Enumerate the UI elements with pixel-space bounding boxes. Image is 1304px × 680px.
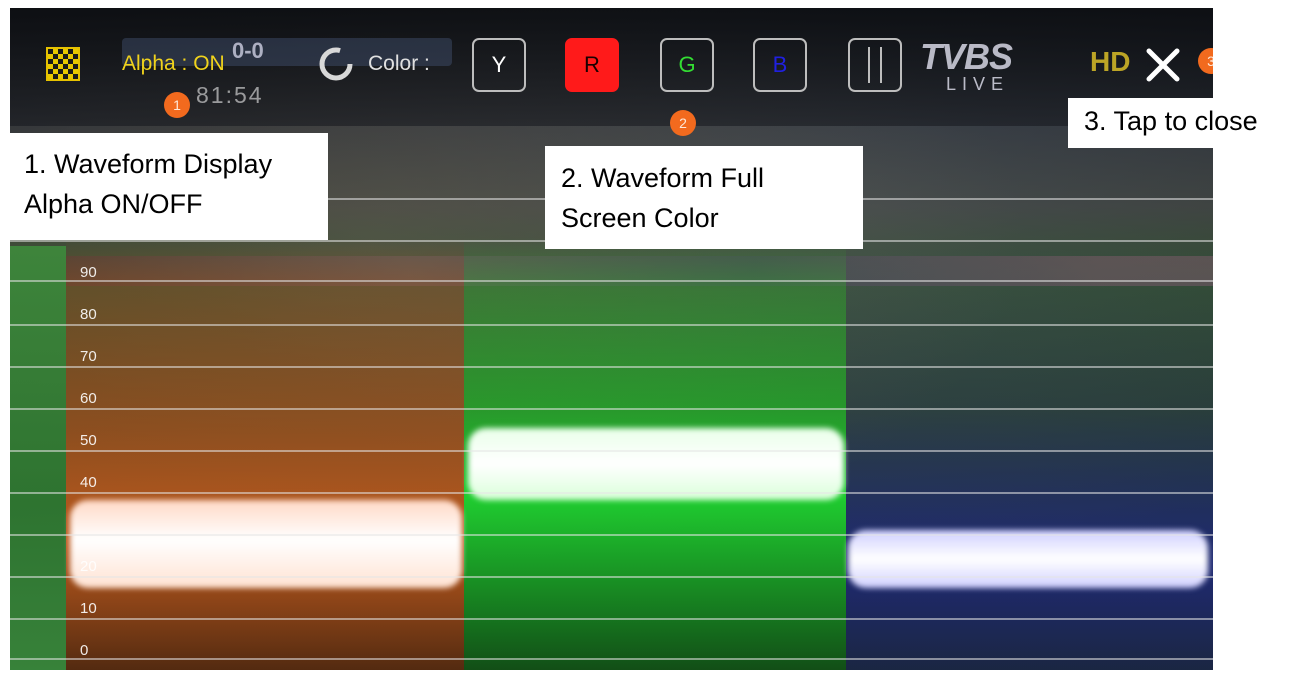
- close-button[interactable]: [1142, 44, 1184, 86]
- scale-label: 10: [80, 600, 97, 617]
- graticule-line: [10, 450, 1213, 452]
- callout-color: 2. Waveform Full Screen Color: [545, 146, 863, 249]
- split-view-button[interactable]: [848, 38, 902, 92]
- pitch-background: [10, 246, 66, 670]
- waveform-trace-green: [468, 428, 844, 500]
- color-label: Color :: [368, 52, 430, 75]
- color-button-r[interactable]: R: [565, 38, 619, 92]
- callout-alpha: 1. Waveform Display Alpha ON/OFF: [8, 133, 328, 240]
- waveform-trace-blue: [848, 530, 1208, 588]
- graticule-line: [10, 366, 1213, 368]
- close-icon: [1146, 48, 1180, 82]
- scale-label: 0: [80, 642, 89, 659]
- graticule-line: [10, 492, 1213, 494]
- waveform-panel-red: [66, 238, 464, 670]
- callout-alpha-line2: Alpha ON/OFF: [24, 189, 203, 219]
- waveform-trace-red: [70, 500, 462, 588]
- scale-label: 70: [80, 348, 97, 365]
- hd-badge: HD: [1090, 46, 1131, 77]
- color-button-y[interactable]: Y: [472, 38, 526, 92]
- graticule-line: [10, 324, 1213, 326]
- callout-color-line1: 2. Waveform Full: [561, 163, 765, 193]
- color-cycle-icon[interactable]: [316, 44, 356, 84]
- alpha-toggle-button[interactable]: [46, 47, 80, 81]
- color-button-b[interactable]: B: [753, 38, 807, 92]
- color-cycle-icon-svg: [319, 47, 353, 81]
- callout-color-line2: Screen Color: [561, 203, 719, 233]
- score-text: 0-0: [232, 38, 264, 63]
- callout-alpha-line1: 1. Waveform Display: [24, 149, 273, 179]
- alpha-status-label[interactable]: Alpha : ON: [122, 52, 225, 76]
- graticule-line: [10, 658, 1213, 660]
- scale-label: 40: [80, 474, 97, 491]
- graticule-line: [10, 576, 1213, 578]
- callout-close: 3. Tap to close: [1068, 98, 1304, 148]
- step-badge-2: 2: [670, 110, 696, 136]
- scale-label: 80: [80, 306, 97, 323]
- graticule-line: [10, 534, 1213, 536]
- scale-label: 60: [80, 390, 97, 407]
- graticule-line: [10, 280, 1213, 282]
- channel-logo: TVBS: [920, 36, 1013, 77]
- match-clock: 81:54: [196, 82, 264, 108]
- scale-label: 50: [80, 432, 97, 449]
- graticule-line: [10, 618, 1213, 620]
- scale-label: 20: [80, 558, 97, 575]
- scale-label: 90: [80, 264, 97, 281]
- split-divider-icon: [880, 47, 882, 83]
- channel-live-label: LIVE: [946, 74, 1010, 94]
- split-divider-icon: [868, 47, 870, 83]
- graticule-line: [10, 408, 1213, 410]
- color-button-g[interactable]: G: [660, 38, 714, 92]
- waveform-screen: 90 80 70 60 50 40 20 10 0 0-0 81:54 Alph…: [10, 8, 1213, 670]
- step-badge-1: 1: [164, 92, 190, 118]
- waveform-panel-blue: [846, 238, 1213, 670]
